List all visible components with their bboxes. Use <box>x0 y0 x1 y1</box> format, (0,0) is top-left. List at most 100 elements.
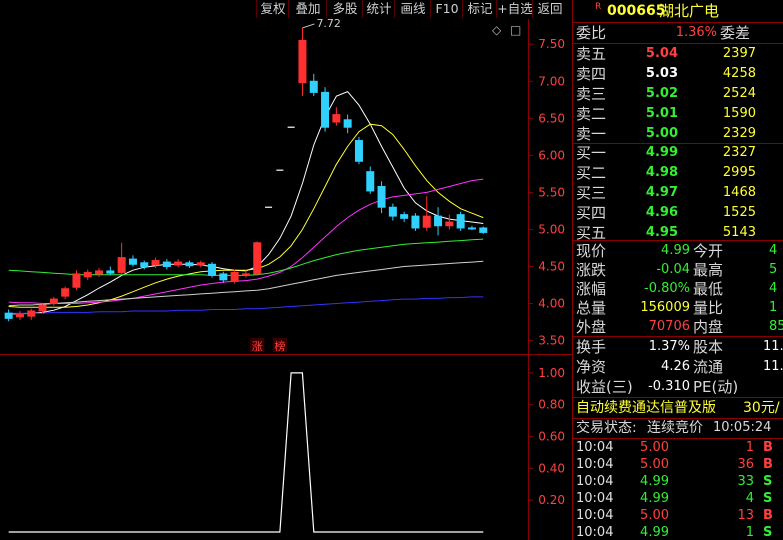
tick-row[interactable]: 10:04 4.99 1 S <box>573 524 783 540</box>
finance-value: 1.37% <box>648 339 690 354</box>
bids-label: 买四 <box>576 204 607 222</box>
asks-label: 卖三 <box>576 85 607 103</box>
stock-name[interactable]: 湖北广电 <box>659 0 719 22</box>
tick-row[interactable]: 10:04 5.00 13 B <box>573 507 783 524</box>
asks-price: 5.02 <box>645 86 678 101</box>
ad-text[interactable]: 自动续费通达信普及版 <box>576 398 716 418</box>
bids-row[interactable]: 买一 4.99 2327 <box>573 143 783 163</box>
quote-value: -0.04 <box>656 262 690 277</box>
bids-row[interactable]: 买四 4.96 1525 <box>573 203 783 223</box>
price-tick-label: 4.50 <box>538 260 565 274</box>
tick-time: 10:04 <box>576 491 614 506</box>
quote-label: 涨幅 <box>576 280 607 298</box>
asks-price: 5.01 <box>645 106 678 121</box>
price-panel: 7.507.006.506.005.505.004.504.003.507.72… <box>4 17 565 353</box>
candle <box>38 304 47 312</box>
finance-value: 4.26 <box>661 359 690 374</box>
toolbar-button-3[interactable]: 统计 <box>362 0 395 18</box>
bids-volume: 2995 <box>722 165 756 180</box>
quote-row: 总量 156009 量比 1 <box>573 298 783 318</box>
candle <box>140 262 149 267</box>
bids-price: 4.99 <box>645 145 678 160</box>
asks-price: 5.04 <box>645 46 678 61</box>
candle <box>354 140 363 162</box>
toolbar-button-8[interactable]: 返回 <box>532 0 567 18</box>
quote-label: 涨跌 <box>576 261 607 279</box>
toolbar-button-1[interactable]: 叠加 <box>288 0 327 18</box>
candle <box>117 257 126 273</box>
asks-row[interactable]: 卖五 5.04 2397 <box>573 44 783 64</box>
bids-row[interactable]: 买三 4.97 1468 <box>573 183 783 203</box>
toolbar: 复权 叠加 多股 统计 画线 F10 标记 +自选 返回 <box>0 0 572 19</box>
toolbar-button-2[interactable]: 多股 <box>326 0 363 18</box>
asks-row[interactable]: 卖二 5.01 1590 <box>573 104 783 124</box>
price-tick-label: 6.00 <box>538 148 565 162</box>
weibi-label: 委比 <box>576 24 607 42</box>
diamond-icon: ◇ <box>492 23 502 37</box>
tick-time: 10:04 <box>576 457 614 472</box>
trade-status: 交易状态: 连续竞价 10:05:24 <box>573 418 783 438</box>
tick-row[interactable]: 10:04 4.99 33 S <box>573 473 783 490</box>
quote-value: 156009 <box>640 300 690 315</box>
candle <box>456 214 465 229</box>
marker-label: 涨 <box>252 340 263 353</box>
tick-price: 4.99 <box>640 491 669 506</box>
candle <box>95 270 104 275</box>
bids-price: 4.97 <box>645 185 678 200</box>
candle <box>4 312 13 319</box>
quote-label: 现价 <box>576 242 607 260</box>
tick-side: S <box>763 491 773 506</box>
candle <box>411 215 420 229</box>
finance-label: 净资 <box>576 358 607 376</box>
quote-value-2: 4 <box>769 281 778 296</box>
tick-side: S <box>763 525 773 540</box>
candle <box>106 270 115 274</box>
candle <box>151 260 160 266</box>
candle <box>241 273 250 276</box>
ad-price[interactable]: 30元/ <box>743 398 780 418</box>
quote-panel: R 000665 湖北广电 委比 1.36% 委差 卖五 5.04 2397 卖四 5.… <box>572 0 783 540</box>
tick-row[interactable]: 10:04 5.00 36 B <box>573 456 783 473</box>
candle <box>208 263 217 276</box>
toolbar-button-6[interactable]: 标记 <box>462 0 497 18</box>
tick-side: B <box>763 440 773 455</box>
finance-label: 收益(三) <box>576 378 633 396</box>
tick-volume: 33 <box>737 474 754 489</box>
candle <box>15 313 24 318</box>
bids-volume: 1468 <box>722 185 756 200</box>
toolbar-button-7[interactable]: +自选 <box>496 0 533 18</box>
candle <box>298 40 307 84</box>
toolbar-button-5[interactable]: F10 <box>430 0 463 18</box>
finance-label-2: PE(动) <box>693 378 739 396</box>
asks-label: 卖二 <box>576 105 607 123</box>
asks-row[interactable]: 卖四 5.03 4258 <box>573 64 783 84</box>
stock-code[interactable]: 000665 <box>607 0 665 22</box>
asks-row[interactable]: 卖一 5.00 2329 <box>573 124 783 144</box>
toolbar-button-4[interactable]: 画线 <box>394 0 431 18</box>
finance-value-2: 11. <box>763 359 783 374</box>
bids-price: 4.98 <box>645 165 678 180</box>
bids-price: 4.96 <box>645 205 678 220</box>
kline-chart[interactable]: ◇ □ 7.507.006.506.005.505.004.504.003.507… <box>0 0 572 540</box>
asks-row[interactable]: 卖三 5.02 2524 <box>573 84 783 104</box>
weibi-row: 委比 1.36% 委差 <box>573 23 783 43</box>
candle <box>49 298 58 305</box>
tick-row[interactable]: 10:04 5.00 1 B <box>573 439 783 456</box>
asks-label: 卖一 <box>576 125 607 143</box>
candle <box>83 271 92 278</box>
tick-price: 4.99 <box>640 474 669 489</box>
quote-label: 外盘 <box>576 318 607 336</box>
bids-volume: 1525 <box>722 205 756 220</box>
ad-banner[interactable]: 自动续费通达信普及版 30元/ <box>573 398 783 418</box>
finance-row: 收益(三) -0.310 PE(动) <box>573 377 783 397</box>
candle <box>174 261 183 266</box>
ind-tick-label: 0.60 <box>538 430 565 444</box>
toolbar-button-0[interactable]: 复权 <box>256 0 289 18</box>
price-tick-label: 5.00 <box>538 222 565 236</box>
ind-tick-label: 1.00 <box>538 366 565 380</box>
ind-tick-label: 0.40 <box>538 461 565 475</box>
quote-label-2: 量比 <box>693 299 724 317</box>
tick-row[interactable]: 10:04 4.99 4 S <box>573 490 783 507</box>
bids-row[interactable]: 买二 4.98 2995 <box>573 163 783 183</box>
quote-row: 外盘 70706内盘 85 <box>573 317 783 337</box>
